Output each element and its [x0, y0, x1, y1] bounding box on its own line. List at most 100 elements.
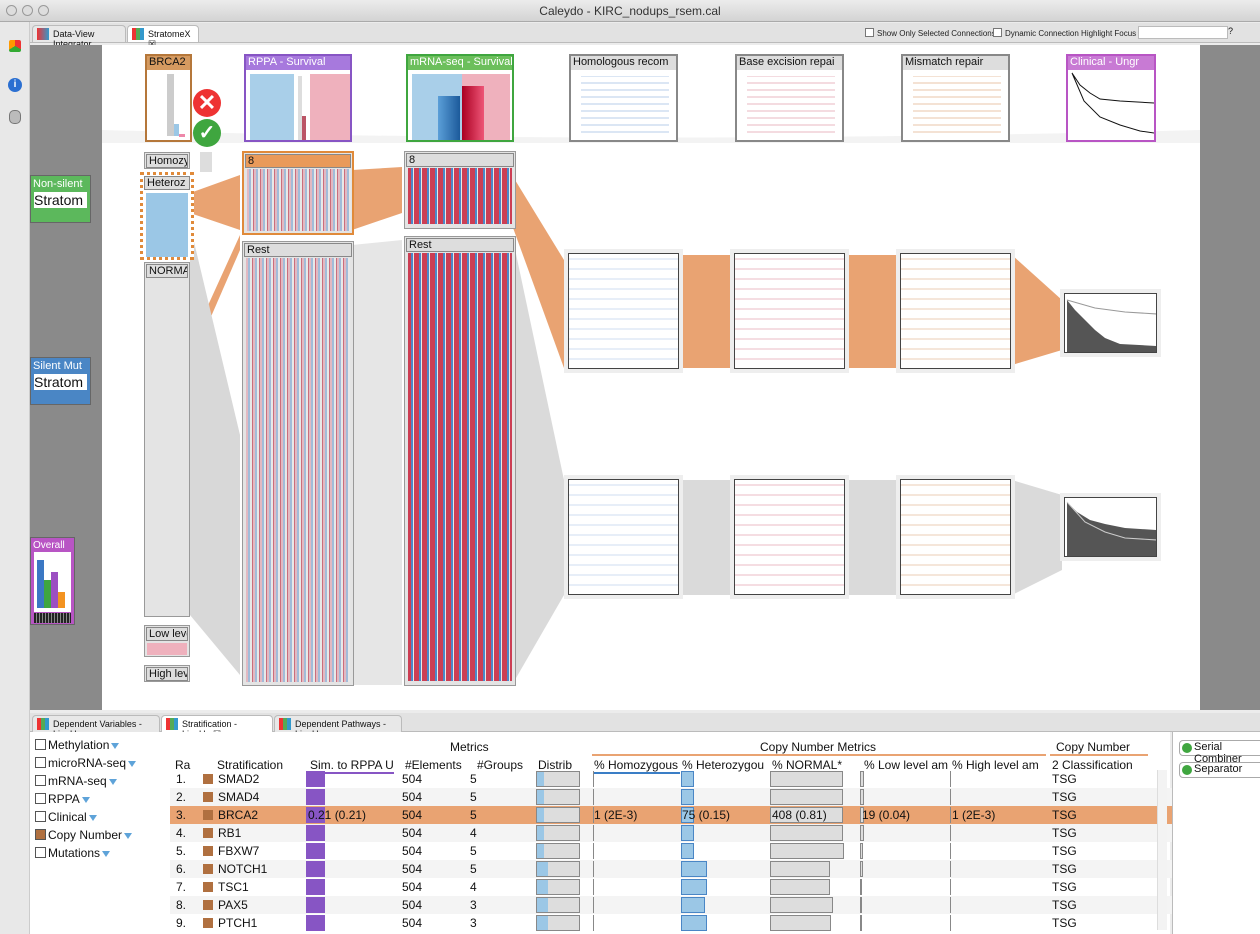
tab-stratification-lineup[interactable]: Stratification - LineUp ☒ [161, 715, 273, 739]
elements-cell: 504 [402, 772, 423, 786]
mrna-group-8[interactable]: 8 [404, 151, 516, 229]
rppa-group-rest[interactable]: Rest [242, 241, 354, 686]
group-normal[interactable]: NORMA [144, 262, 190, 617]
search-input[interactable] [1138, 26, 1228, 39]
group-bar [146, 193, 188, 257]
low-level-value: 19 (0.04) [862, 808, 911, 822]
serial-combiner-item[interactable]: Serial Combiner [1179, 740, 1260, 765]
normal-bar [770, 915, 831, 931]
dynamic-highlight-toggle[interactable]: Dynamic Connection Highlight Focus [993, 28, 1136, 38]
table-row[interactable]: 3. BRCA2 0.21 (0.21) 504 5 1 (2E-3) 75 (0.15) 4… [170, 806, 1188, 824]
column-header-brca2[interactable]: BRCA2 [145, 54, 192, 142]
similarity-bar [306, 771, 325, 787]
column-header-clinical[interactable]: Clinical - Ungr [1066, 54, 1156, 142]
column-label: Clinical - Ungr [1068, 56, 1154, 70]
tab-dependent-variables[interactable]: Dependent Variables - LineUp [32, 715, 160, 739]
pathway-view-homologous-1[interactable] [568, 253, 679, 369]
group-label: 8 [245, 154, 351, 168]
pathway-thumbnail [581, 76, 669, 138]
homozygous-value: 1 (2E-3) [594, 808, 638, 822]
separator-item[interactable]: Separator [1179, 762, 1260, 778]
chart-bar [37, 560, 44, 608]
vertical-scrollbar[interactable] [1157, 770, 1167, 930]
low-level-bar [860, 897, 862, 913]
column-header-homologous[interactable]: Homologous recom [569, 54, 678, 142]
pathway-view-base-excision-2[interactable] [734, 479, 845, 595]
caleydo-logo-icon[interactable] [9, 40, 21, 52]
table-row[interactable]: 5. FBXW7 504 5 TSG [170, 842, 1188, 860]
similarity-bar [306, 861, 325, 877]
high-level-bar [950, 825, 951, 841]
pathway-view-base-excision-1[interactable] [734, 253, 845, 369]
rppa-group-8[interactable]: 8 [242, 151, 354, 235]
help-icon[interactable]: ? [1228, 26, 1233, 36]
table-row[interactable]: 9. PTCH1 504 3 TSG [170, 914, 1188, 932]
integrator-icon [37, 28, 49, 40]
table-row[interactable]: 1. SMAD2 504 5 TSG [170, 770, 1188, 788]
distribution-fill [537, 916, 548, 930]
group-label: 8 [406, 153, 514, 167]
pathway-view-mismatch-1[interactable] [900, 253, 1011, 369]
info-icon[interactable]: i [8, 78, 22, 92]
category-microrna-seq[interactable]: microRNA-seq [35, 756, 137, 770]
stratification-tile-overall[interactable]: Overall [30, 537, 75, 625]
pathway-view-homologous-2[interactable] [568, 479, 679, 595]
column-header-base-excision[interactable]: Base excision repai [735, 54, 844, 142]
group-heterozygous[interactable]: Heteroz [140, 172, 194, 260]
pathway-view-mismatch-2[interactable] [900, 479, 1011, 595]
histogram-area [310, 74, 350, 140]
low-level-bar [860, 915, 862, 931]
stratification-tile-silent[interactable]: Silent Mut Stratom [30, 357, 91, 405]
survival-plot-2[interactable] [1064, 497, 1157, 557]
group-high-level[interactable]: High lev [144, 665, 190, 682]
confirm-icon[interactable]: ✓ [193, 119, 221, 147]
group-header-underline [1050, 754, 1148, 756]
group-label: Homozy [146, 154, 188, 168]
item-label: Separator [1194, 763, 1243, 775]
chart-bar [58, 592, 65, 608]
category-mrna-seq[interactable]: mRNA-seq [35, 774, 117, 788]
rank-cell: 2. [176, 790, 187, 804]
heatmap [247, 169, 351, 231]
remove-icon[interactable]: ✕ [193, 89, 221, 117]
filter-icon [108, 779, 117, 785]
category-methylation[interactable]: Methylation [35, 738, 120, 752]
table-row[interactable]: 2. SMAD4 504 5 TSG [170, 788, 1188, 806]
group-homozygous[interactable]: Homozy [144, 152, 190, 169]
category-rppa[interactable]: RPPA [35, 792, 90, 806]
rank-cell: 9. [176, 916, 187, 930]
heatmap [246, 258, 350, 682]
column-header-mrna[interactable]: mRNA-seq - Survival [406, 54, 514, 142]
database-icon[interactable] [9, 110, 21, 124]
arrow-up-icon[interactable] [200, 152, 212, 172]
table-row[interactable]: 6. NOTCH1 504 5 TSG [170, 860, 1188, 878]
tile-title: Non-silent [33, 178, 83, 190]
category-mutations[interactable]: Mutations [35, 846, 111, 860]
classification-cell: TSG [1052, 790, 1077, 804]
low-level-bar [860, 789, 864, 805]
table-row[interactable]: 4. RB1 504 4 TSG [170, 824, 1188, 842]
stratification-name: SMAD4 [218, 790, 260, 804]
stratification-name: FBXW7 [218, 844, 260, 858]
column-header-rppa[interactable]: RPPA - Survival [244, 54, 352, 142]
tab-dependent-pathways[interactable]: Dependent Pathways - LineUp [274, 715, 402, 739]
survival-plot-1[interactable] [1064, 293, 1157, 353]
tab-data-view-integrator[interactable]: Data-View Integrator [32, 25, 126, 49]
high-level-bar [950, 789, 951, 805]
show-selected-toggle[interactable]: Show Only Selected Connections [865, 28, 996, 38]
column-header-mismatch[interactable]: Mismatch repair [901, 54, 1010, 142]
tab-stratomex[interactable]: StratomeX ☒ [127, 25, 199, 49]
category-label: mRNA-seq [48, 774, 107, 788]
stratification-tile-nonsilent[interactable]: Non-silent Stratom [30, 175, 91, 223]
table-row[interactable]: 7. TSC1 504 4 TSG [170, 878, 1188, 896]
group-header-underline [592, 754, 1046, 756]
group-low-level[interactable]: Low leve [144, 625, 190, 657]
tile-subtitle: Stratom [34, 192, 87, 208]
filter-icon [102, 851, 111, 857]
category-clinical[interactable]: Clinical [35, 810, 97, 824]
distribution-bar [536, 843, 580, 859]
category-copy-number[interactable]: Copy Number [35, 828, 133, 842]
distribution-fill [537, 772, 544, 786]
table-row[interactable]: 8. PAX5 504 3 TSG [170, 896, 1188, 914]
mrna-group-rest[interactable]: Rest [404, 236, 516, 686]
